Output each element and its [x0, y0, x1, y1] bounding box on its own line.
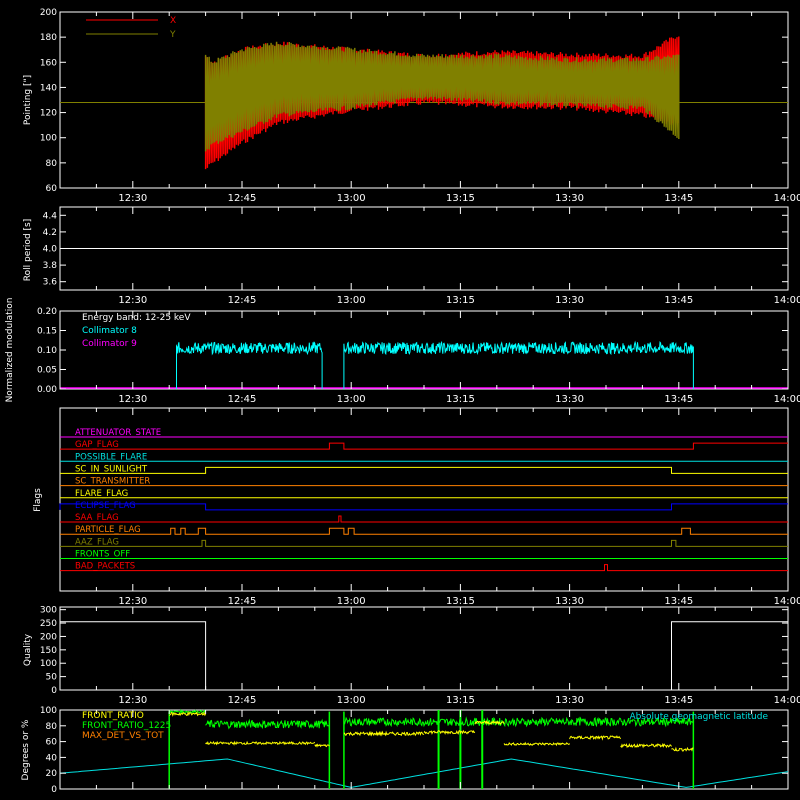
flags-xtick-label: 12:45: [228, 596, 257, 607]
pointing-ytick-label: 60: [46, 184, 58, 194]
ratios-ytick-label: 20: [46, 769, 58, 779]
roll-xtick-label: 12:30: [118, 295, 147, 306]
pointing-ytick-label: 80: [46, 159, 58, 169]
flag-label: FRONTS_OFF: [75, 550, 130, 560]
pointing-ytick-label: 100: [40, 134, 57, 144]
mod-ytick-label: 0.05: [37, 366, 57, 376]
quality-ytick-label: 150: [40, 646, 57, 656]
quality-ytick-label: 50: [46, 673, 58, 683]
rhessi-summary-chart: 6080100120140160180200 12:30 12:45 13:00 13…: [0, 0, 800, 800]
pointing-xtick-label: 14:00: [774, 193, 800, 204]
ratios-ytick-label: 60: [46, 738, 58, 748]
pointing-ylabel: Pointing ["]: [23, 75, 33, 125]
legend-front-ratio-1225: FRONT_RATIO_1225: [82, 721, 171, 731]
roll-xtick-label: 13:30: [555, 295, 584, 306]
mod-xtick-label: 13:15: [446, 394, 475, 405]
pointing-ytick-label: 120: [40, 109, 57, 119]
roll-ytick-label: 4.2: [43, 228, 57, 238]
legend-x-label: X: [170, 16, 176, 26]
flags-xtick-label: 13:15: [446, 596, 475, 607]
quality-xtick-label: 13:30: [555, 695, 584, 706]
flags-xtick-label: 13:45: [664, 596, 693, 607]
ratios-ytick-label: 0: [51, 785, 57, 795]
pointing-xtick-label: 13:15: [446, 193, 475, 204]
mod-xtick-label: 13:30: [555, 394, 584, 405]
quality-ytick-label: 100: [40, 659, 57, 669]
roll-ytick-label: 4.4: [43, 211, 58, 221]
flag-label: PARTICLE_FLAG: [75, 525, 141, 535]
quality-xtick-label: 12:45: [228, 695, 257, 706]
mod-ytick-label: 0.10: [37, 346, 57, 356]
roll-ylabel: Roll period [s]: [23, 219, 33, 281]
quality-ytick-label: 300: [40, 606, 57, 616]
pointing-ytick-label: 180: [40, 33, 57, 43]
mod-ytick-label: 0.00: [37, 385, 57, 395]
pointing-ytick-label: 140: [40, 83, 57, 93]
flag-label: FLARE_FLAG: [75, 489, 128, 499]
modulation-ylabel-text: Normalized modulation: [5, 298, 15, 403]
quality-ytick-label: 250: [40, 619, 57, 629]
flag-label: GAP_FLAG: [75, 440, 119, 450]
flag-label: ATTENUATOR_STATE: [75, 428, 161, 438]
legend-collimator-9: Collimator 9: [82, 339, 137, 349]
quality-xtick-label: 13:00: [337, 695, 366, 706]
pointing-ytick-label: 200: [40, 8, 57, 18]
flags-xtick-label: 12:30: [118, 596, 147, 607]
quality-ylabel: Quality: [23, 633, 33, 666]
quality-xtick-label: 12:30: [118, 695, 147, 706]
pointing-ytick-label: 160: [40, 58, 57, 68]
quality-xtick-label: 13:15: [446, 695, 475, 706]
pointing-xtick-label: 13:45: [664, 193, 693, 204]
mod-xtick-label: 12:30: [118, 394, 147, 405]
roll-ytick-label: 3.6: [43, 278, 58, 288]
quality-ytick-label: 200: [40, 632, 57, 642]
latitude-label: Absolute geomagnetic latitude: [629, 712, 768, 722]
roll-xtick-label: 13:00: [337, 295, 366, 306]
flag-label: BAD_PACKETS: [75, 562, 135, 572]
legend-front-ratio: FRONT_RATIO: [82, 711, 144, 721]
roll-ytick-label: 3.8: [43, 261, 58, 271]
ratios-ytick-label: 40: [46, 753, 58, 763]
legend-collimator-8: Collimator 8: [82, 326, 137, 336]
mod-xtick-label: 13:45: [664, 394, 693, 405]
flag-label: SC_IN_SUNLIGHT: [75, 464, 148, 474]
flags-xtick-label: 13:00: [337, 596, 366, 607]
modulation-annotation: Energy band: 12-25 keV: [82, 313, 191, 323]
flag-label: SC_TRANSMITTER: [75, 477, 150, 487]
mod-ytick-label: 0.20: [37, 307, 57, 317]
pointing-xtick-label: 12:30: [118, 193, 147, 204]
quality-xtick-label: 13:45: [664, 695, 693, 706]
roll-xtick-label: 14:00: [774, 295, 800, 306]
flags-xtick-label: 14:00: [774, 596, 800, 607]
pointing-xtick-label: 13:00: [337, 193, 366, 204]
legend-max-det: MAX_DET_VS_TOT: [82, 731, 164, 741]
roll-xtick-label: 12:45: [228, 295, 257, 306]
mod-xtick-label: 12:45: [228, 394, 257, 405]
mod-ytick-label: 0.15: [37, 327, 57, 337]
ratios-ytick-label: 100: [40, 706, 57, 716]
roll-xtick-label: 13:45: [664, 295, 693, 306]
modulation-ylabel: Normalized modulation: [5, 298, 15, 403]
quality-ytick-label: 0: [51, 686, 57, 696]
flags-ylabel: Flags: [33, 488, 43, 512]
mod-xtick-label: 14:00: [774, 394, 800, 405]
roll-xtick-label: 13:15: [446, 295, 475, 306]
ratios-ytick-label: 80: [46, 722, 58, 732]
roll-ytick-label: 4.0: [43, 245, 58, 255]
flag-label: SAA_FLAG: [75, 513, 119, 523]
quality-xtick-label: 14:00: [774, 695, 800, 706]
flags-xtick-label: 13:30: [555, 596, 584, 607]
pointing-xtick-label: 13:30: [555, 193, 584, 204]
mod-xtick-label: 13:00: [337, 394, 366, 405]
flag-label: ECLIPSE_FLAG: [75, 501, 136, 511]
flag-label: AAZ_FLAG: [75, 537, 119, 547]
flag-label: POSSIBLE_FLARE: [75, 452, 147, 462]
ratios-ylabel: Degrees or %: [21, 719, 31, 780]
pointing-xtick-label: 12:45: [228, 193, 257, 204]
legend-y-label: Y: [169, 30, 176, 40]
